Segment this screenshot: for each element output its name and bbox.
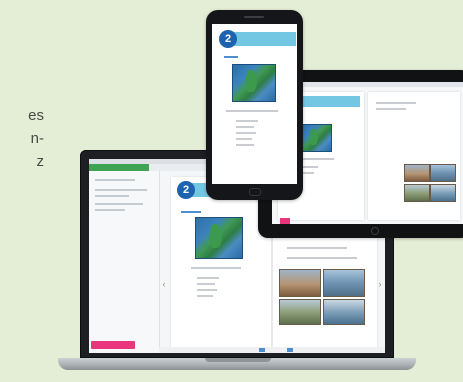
map-image bbox=[300, 124, 332, 152]
text-line bbox=[236, 126, 254, 128]
app-toolbar-tab bbox=[89, 164, 149, 171]
text-line bbox=[376, 108, 406, 110]
map-land bbox=[210, 224, 222, 248]
phone-home-button bbox=[249, 188, 261, 196]
text-line bbox=[224, 56, 238, 58]
tablet-page-right bbox=[368, 92, 460, 220]
next-page-icon: › bbox=[378, 279, 382, 289]
side-text-line-2: n- bbox=[30, 130, 44, 147]
pager-dot bbox=[287, 348, 293, 352]
pager-dot bbox=[259, 348, 265, 352]
photo bbox=[279, 299, 321, 325]
laptop-page-left: 2 bbox=[171, 177, 271, 353]
side-text: es n- z bbox=[4, 104, 44, 173]
text-line bbox=[226, 110, 278, 112]
text-line bbox=[236, 138, 252, 140]
lesson-number-badge: 2 bbox=[219, 30, 237, 48]
text-line bbox=[287, 247, 347, 249]
laptop-notch bbox=[205, 358, 271, 362]
text-line bbox=[287, 257, 357, 259]
text-line bbox=[376, 102, 416, 104]
sidebar-item bbox=[95, 203, 143, 205]
prev-page-icon: ‹ bbox=[162, 279, 166, 289]
photo bbox=[430, 164, 456, 182]
photo bbox=[323, 269, 365, 297]
sidebar-item bbox=[95, 209, 125, 211]
tablet-home-button bbox=[371, 227, 379, 235]
photo bbox=[279, 269, 321, 297]
laptop-status-bar bbox=[159, 347, 385, 353]
text-line bbox=[181, 211, 201, 213]
text-line bbox=[236, 144, 254, 146]
photo bbox=[323, 299, 365, 325]
text-line bbox=[197, 289, 217, 291]
map-image bbox=[195, 217, 243, 259]
tablet-action-button bbox=[280, 218, 290, 224]
map-image bbox=[232, 64, 276, 102]
smartphone: 2 bbox=[206, 10, 303, 200]
phone-speaker bbox=[244, 16, 264, 18]
text-line bbox=[197, 295, 213, 297]
lesson-number-badge: 2 bbox=[177, 181, 195, 199]
map-land bbox=[310, 129, 318, 145]
lesson-banner bbox=[230, 32, 296, 46]
photo bbox=[404, 164, 430, 182]
sidebar-action-button bbox=[91, 341, 135, 349]
sidebar-item bbox=[95, 195, 129, 197]
text-line bbox=[191, 267, 241, 269]
side-text-line-3: z bbox=[36, 153, 45, 170]
laptop-sidebar bbox=[89, 171, 160, 353]
phone-display: 2 bbox=[212, 24, 297, 184]
devices-illustration: es n- z ‹ 2 › 2 bbox=[0, 0, 463, 382]
side-text-line-1: es bbox=[28, 107, 44, 124]
map-land bbox=[246, 70, 257, 92]
photo bbox=[430, 184, 456, 202]
sidebar-item bbox=[95, 179, 135, 181]
text-line bbox=[236, 132, 256, 134]
text-line bbox=[197, 283, 215, 285]
text-line bbox=[197, 277, 219, 279]
text-line bbox=[236, 120, 258, 122]
sidebar-item bbox=[95, 189, 147, 191]
photo bbox=[404, 184, 430, 202]
